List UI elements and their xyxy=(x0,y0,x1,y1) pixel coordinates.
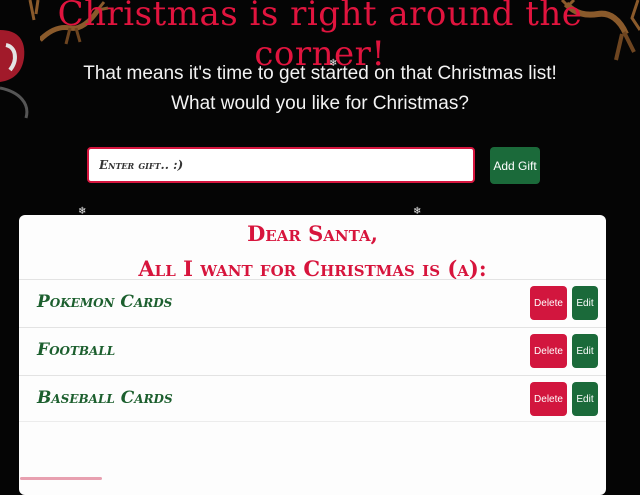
divider xyxy=(19,421,606,422)
list-item-name: Baseball Cards xyxy=(37,388,173,408)
edit-button[interactable]: Edit xyxy=(572,286,598,320)
add-gift-button[interactable]: Add Gift xyxy=(490,147,540,184)
list-heading: All I want for Christmas is (a): xyxy=(138,256,487,281)
subtitle-line-2: What would you like for Christmas? xyxy=(171,93,469,114)
delete-button[interactable]: Delete xyxy=(530,286,567,320)
edit-button[interactable]: Edit xyxy=(572,382,598,416)
wish-list-card: Dear Santa, All I want for Christmas is … xyxy=(19,215,606,495)
list-item: Baseball Cards Delete Edit xyxy=(19,375,606,424)
snowflake-icon: ❄ xyxy=(329,58,338,69)
list-item: Pokemon Cards Delete Edit xyxy=(19,279,606,328)
delete-button[interactable]: Delete xyxy=(530,334,567,368)
list-greeting: Dear Santa, xyxy=(247,221,378,246)
delete-button[interactable]: Delete xyxy=(530,382,567,416)
list-item-name: Pokemon Cards xyxy=(37,292,173,312)
gift-input[interactable] xyxy=(87,147,475,183)
list-item-name: Football xyxy=(37,340,116,360)
subtitle-line-1: That means it's time to get started on t… xyxy=(83,63,557,84)
edit-button[interactable]: Edit xyxy=(572,334,598,368)
list-item: Football Delete Edit xyxy=(19,327,606,376)
